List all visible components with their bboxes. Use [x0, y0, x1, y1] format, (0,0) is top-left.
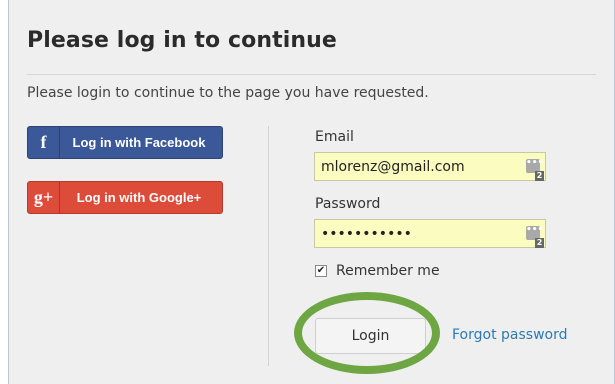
password-manager-count-badge: 2 — [535, 171, 544, 181]
forgot-password-link[interactable]: Forgot password — [452, 327, 568, 343]
email-field[interactable] — [315, 153, 527, 180]
facebook-login-button[interactable]: f Log in with Facebook — [27, 126, 223, 159]
password-field[interactable] — [315, 220, 527, 247]
facebook-login-label: Log in with Facebook — [72, 135, 206, 150]
password-manager-count-badge: 2 — [535, 238, 544, 248]
remember-me-label: Remember me — [336, 263, 440, 279]
remember-me-option[interactable]: ✔ Remember me — [315, 263, 440, 279]
page-title: Please log in to continue — [27, 28, 337, 53]
google-plus-icon: g+ — [28, 182, 60, 213]
column-divider — [268, 126, 269, 366]
page-subtitle: Please login to continue to the page you… — [27, 85, 429, 101]
password-field-wrapper: ••• 2 — [314, 219, 546, 248]
password-label: Password — [315, 196, 381, 212]
password-manager-icon[interactable]: ••• 2 — [526, 225, 544, 248]
email-label: Email — [315, 129, 354, 145]
remember-me-checkbox[interactable]: ✔ — [315, 265, 327, 277]
google-login-button[interactable]: g+ Log in with Google+ — [27, 181, 223, 214]
google-login-label: Log in with Google+ — [76, 190, 202, 205]
login-button[interactable]: Login — [315, 318, 426, 354]
login-panel: Please log in to continue Please login t… — [8, 0, 615, 384]
password-manager-dots: ••• — [526, 158, 544, 168]
title-divider — [27, 74, 596, 75]
email-field-wrapper: ••• 2 — [314, 152, 546, 181]
password-manager-icon[interactable]: ••• 2 — [526, 158, 544, 181]
facebook-icon: f — [28, 127, 60, 158]
password-manager-dots: ••• — [526, 225, 544, 235]
